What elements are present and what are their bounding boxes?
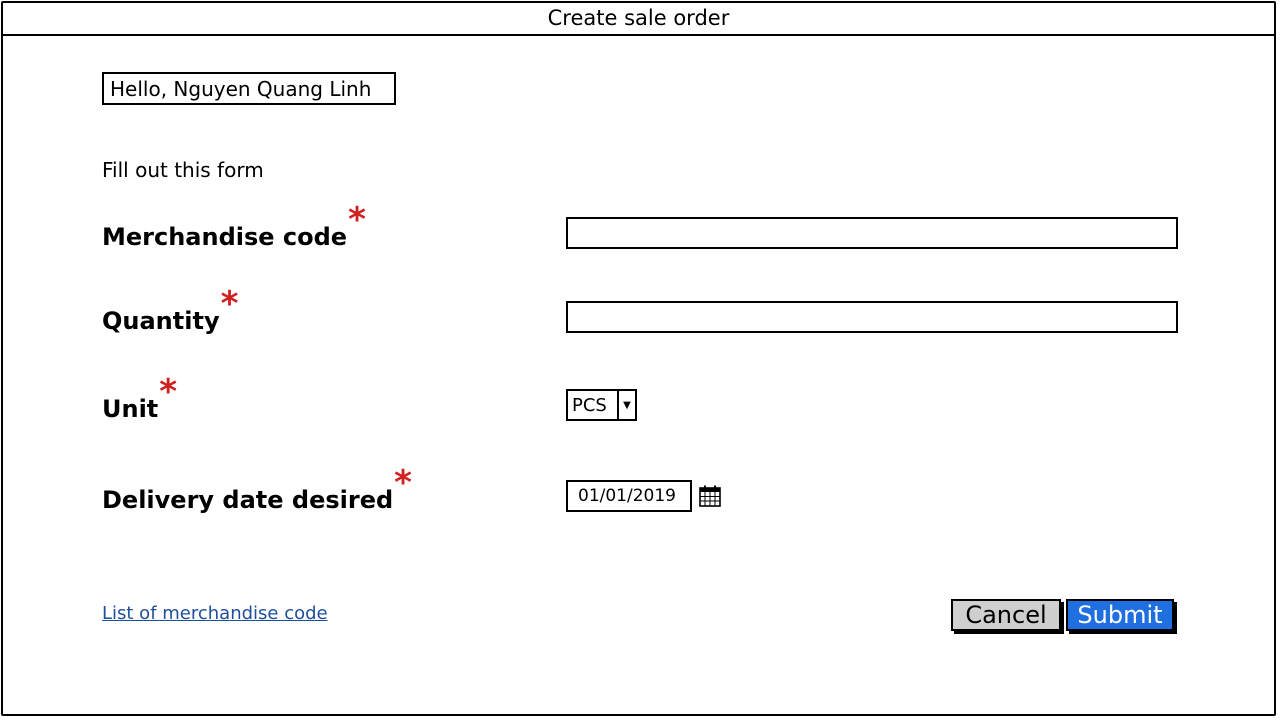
merchandise-list-link[interactable]: List of merchandise code: [102, 603, 328, 624]
unit-label-text: Unit: [102, 395, 159, 423]
merchandise-code-label: Merchandise code*: [102, 200, 366, 254]
required-marker: *: [348, 200, 366, 240]
merchandise-code-input[interactable]: [566, 217, 1178, 249]
unit-select[interactable]: PCS ▼: [566, 389, 637, 421]
window-title-text: Create sale order: [547, 5, 730, 30]
required-marker: *: [220, 284, 239, 324]
required-marker: *: [159, 372, 178, 412]
required-marker: *: [394, 463, 412, 503]
calendar-icon[interactable]: [698, 484, 722, 508]
quantity-input[interactable]: [566, 301, 1178, 333]
chevron-down-icon[interactable]: ▼: [617, 391, 635, 419]
merchandise-code-label-text: Merchandise code: [102, 223, 348, 251]
form-instructions: Fill out this form: [102, 158, 264, 182]
delivery-date-input[interactable]: 01/01/2019: [566, 480, 692, 512]
delivery-date-label: Delivery date desired*: [102, 463, 412, 517]
quantity-label: Quantity*: [102, 284, 238, 338]
quantity-label-text: Quantity: [102, 307, 220, 335]
cancel-button[interactable]: Cancel: [951, 599, 1061, 631]
submit-button[interactable]: Submit: [1066, 599, 1174, 631]
delivery-date-value: 01/01/2019: [578, 486, 676, 506]
greeting-text: Hello, Nguyen Quang Linh: [110, 76, 372, 101]
window-title: Create sale order: [1, 1, 1276, 36]
delivery-date-label-text: Delivery date desired: [102, 486, 394, 514]
unit-select-value: PCS: [572, 394, 607, 416]
greeting-box: Hello, Nguyen Quang Linh: [102, 72, 396, 105]
unit-label: Unit*: [102, 372, 177, 426]
